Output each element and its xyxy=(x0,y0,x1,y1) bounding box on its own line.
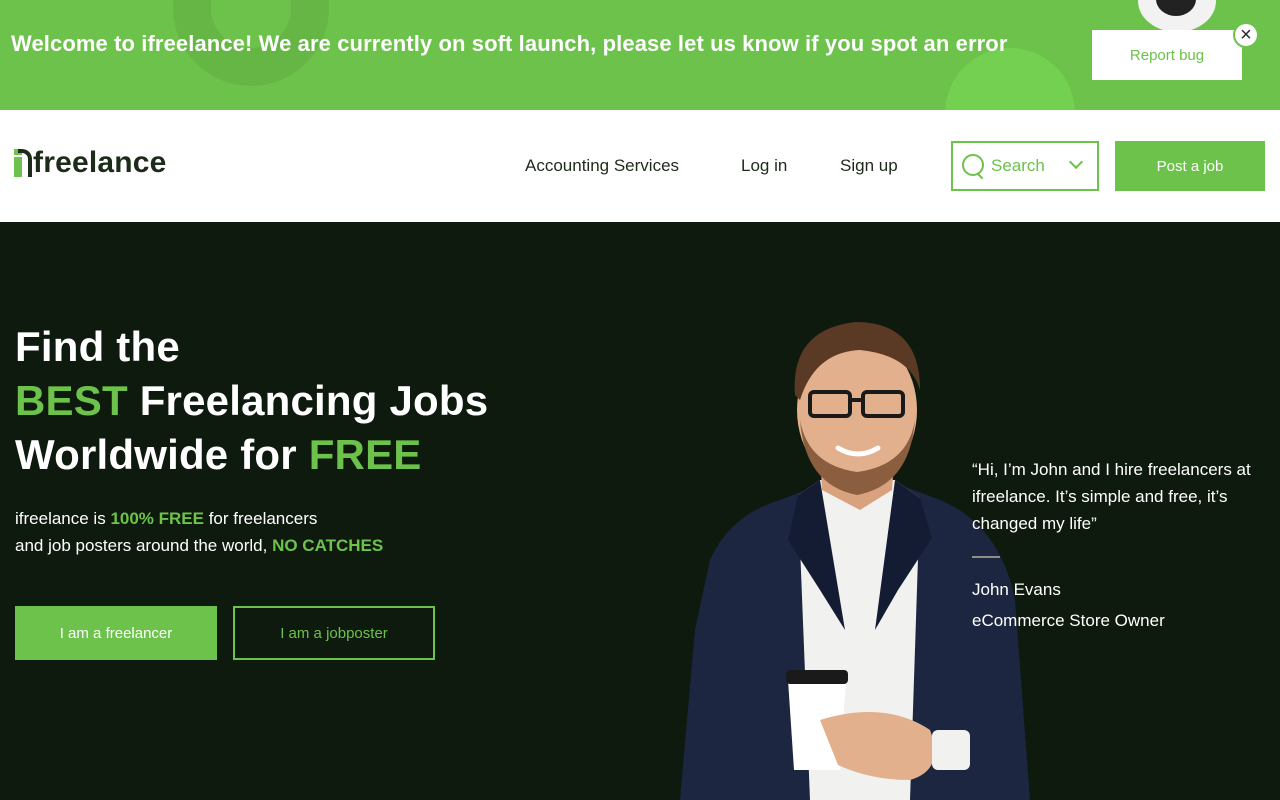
site-logo[interactable]: freelance xyxy=(14,148,167,178)
hero-subtitle: ifreelance is 100% FREE for freelancers … xyxy=(15,505,383,559)
testimonial-divider xyxy=(972,556,1000,558)
subtitle-accent-no-catches: NO CATCHES xyxy=(272,536,384,555)
search-label: Search xyxy=(991,156,1045,175)
logo-text: freelance xyxy=(33,146,167,179)
testimonial-name: John Evans xyxy=(972,580,1061,599)
testimonial-quote: “Hi, I’m John and I hire freelancers at … xyxy=(972,460,1251,533)
nav-accounting-services[interactable]: Accounting Services xyxy=(525,156,679,176)
post-job-button[interactable]: Post a job xyxy=(1115,141,1265,191)
search-icon xyxy=(962,154,986,178)
headline-accent-best: BEST xyxy=(15,377,128,424)
subtitle-line-2: and job posters around the world, NO CAT… xyxy=(15,532,383,559)
nav-log-in[interactable]: Log in xyxy=(741,156,787,176)
chevron-down-icon xyxy=(1068,154,1084,170)
nav-sign-up[interactable]: Sign up xyxy=(840,156,898,176)
headline-line-1: Find the xyxy=(15,323,180,370)
banner-message: Welcome to ifreelance! We are currently … xyxy=(11,31,1008,56)
subtitle-2-pre: and job posters around the world, xyxy=(15,536,273,555)
decorative-circle xyxy=(945,48,1075,110)
coffee-cup-decoration xyxy=(1138,0,1216,32)
report-bug-button[interactable]: Report bug xyxy=(1092,30,1242,80)
hero-headline: Find the BEST Freelancing Jobs Worldwide… xyxy=(15,320,488,482)
headline-line-2: BEST Freelancing Jobs xyxy=(15,374,488,428)
search-dropdown[interactable]: Search xyxy=(951,141,1099,191)
freelancer-button[interactable]: I am a freelancer xyxy=(15,606,217,660)
logo-mark-icon xyxy=(14,149,32,177)
person-photo xyxy=(680,322,1030,800)
jobposter-button[interactable]: I am a jobposter xyxy=(233,606,435,660)
announcement-banner: Welcome to ifreelance! We are currently … xyxy=(0,0,1280,110)
headline-line-3: Worldwide for FREE xyxy=(15,428,488,482)
headline-accent-free: FREE xyxy=(308,431,422,478)
testimonial-role: eCommerce Store Owner xyxy=(972,611,1165,630)
headline-line-3-rest: Worldwide for xyxy=(15,431,309,478)
subtitle-1-pre: ifreelance is xyxy=(15,509,111,528)
headline-line-2-rest: Freelancing Jobs xyxy=(127,377,489,424)
subtitle-line-1: ifreelance is 100% FREE for freelancers xyxy=(15,505,383,532)
subtitle-accent-free: 100% FREE xyxy=(110,509,204,528)
subtitle-1-post: for freelancers xyxy=(203,509,318,528)
close-icon[interactable]: × xyxy=(1233,22,1259,48)
